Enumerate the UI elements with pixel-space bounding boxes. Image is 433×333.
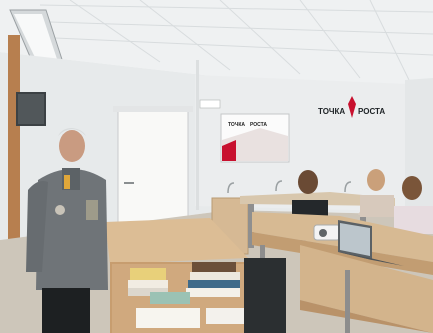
photo-canvas: ТОЧКА РОСТА ТОЧКА РОСТА [0,0,433,333]
classroom-photo: ТОЧКА РОСТА ТОЧКА РОСТА [0,0,433,333]
door-sign [199,99,221,109]
poster-brand-right: РОСТА [250,122,267,128]
logo-text-left: ТОЧКА [318,107,345,116]
poster-brand-left: ТОЧКА [228,122,245,128]
projector [313,224,341,241]
door [113,106,193,223]
monitor [244,258,286,333]
wall-pipe [196,60,199,210]
wall-poster: ТОЧКА РОСТА [220,113,290,163]
logo-text-right: РОСТА [358,107,385,116]
wall-speaker [16,92,46,126]
